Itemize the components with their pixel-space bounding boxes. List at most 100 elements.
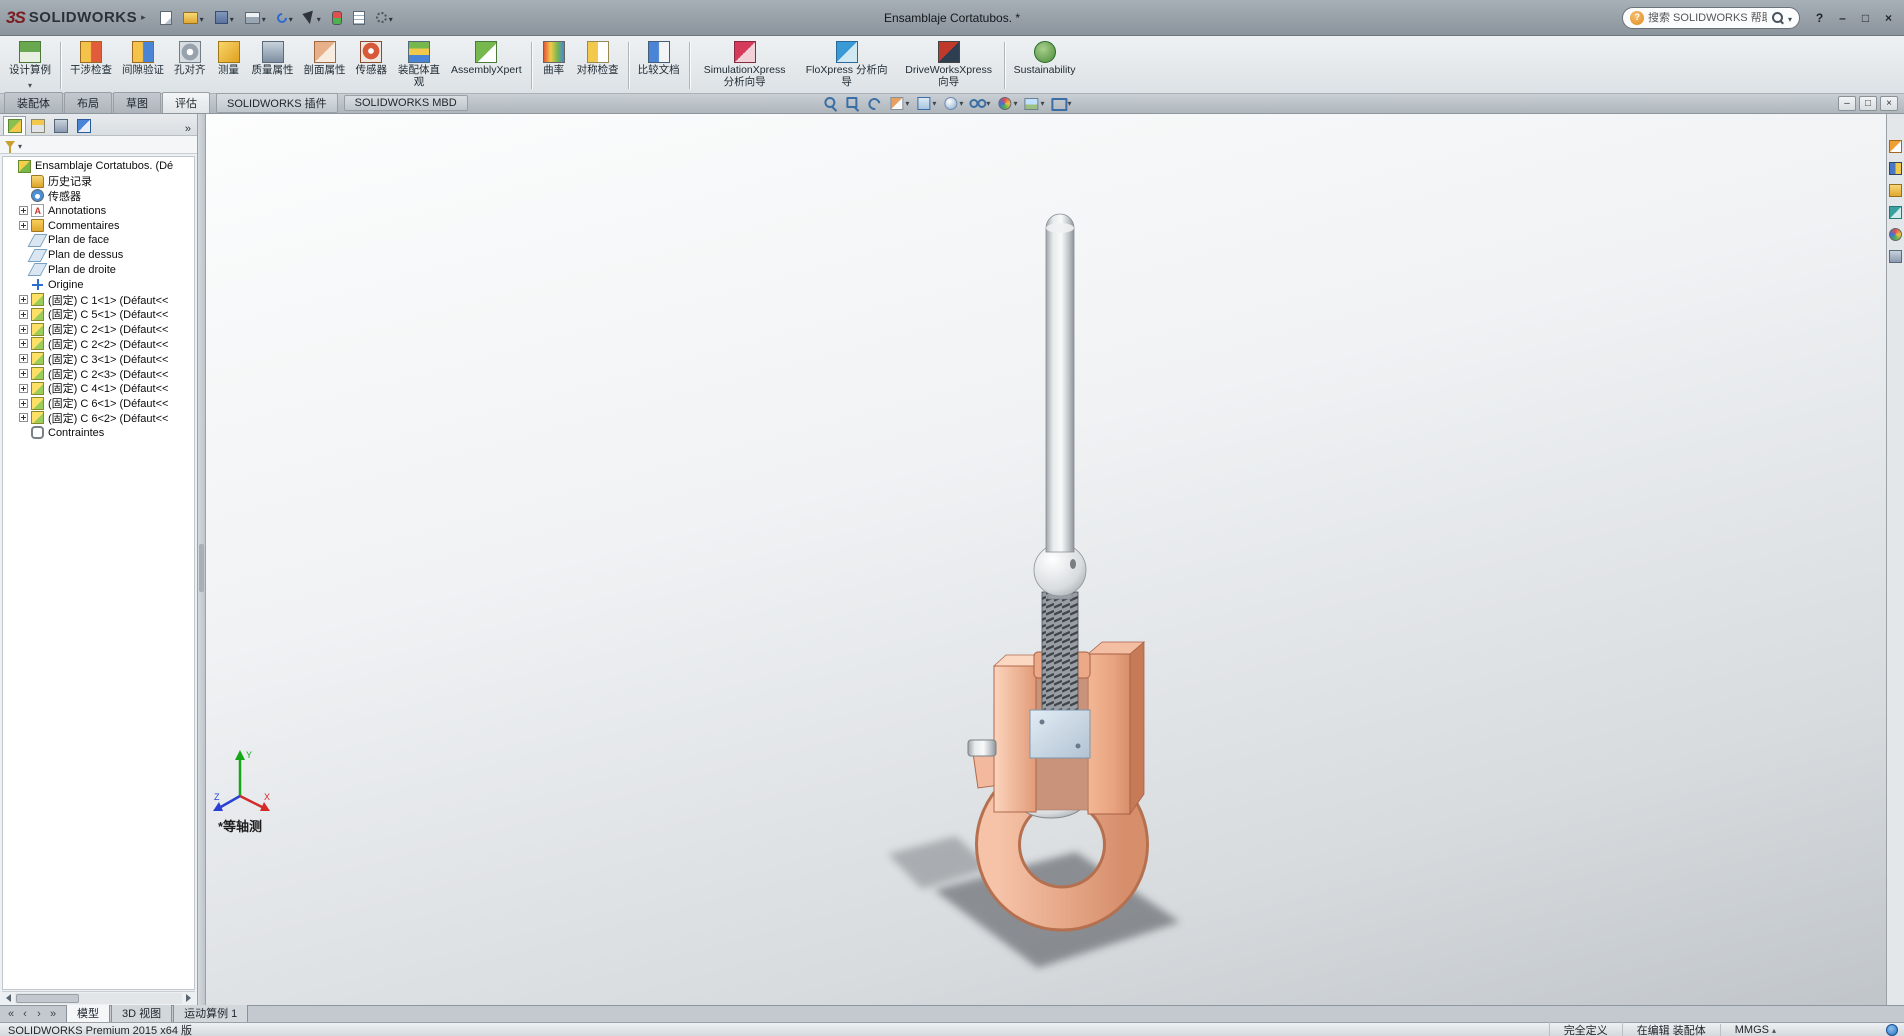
handle-rod[interactable]: [1034, 214, 1086, 596]
tree-item-part[interactable]: (固定) C 3<1> (Défaut<<: [3, 351, 194, 366]
view-tool-button-view-orientation[interactable]: [913, 95, 938, 112]
expand-icon[interactable]: [19, 369, 28, 378]
toolbar-button-rebuild[interactable]: [328, 8, 346, 28]
toolbar-button-select[interactable]: [300, 8, 325, 28]
tree-item-plane[interactable]: Plan de dessus: [3, 248, 194, 263]
command-tab[interactable]: 草图: [113, 92, 161, 113]
toolbar-button-print[interactable]: [241, 8, 270, 28]
document-tab[interactable]: 模型: [66, 1003, 110, 1022]
ribbon-button-interference-detection[interactable]: 干涉检查: [65, 38, 117, 93]
graphics-viewport[interactable]: Y X Z *等轴测: [206, 114, 1886, 1005]
ribbon-button-curvature[interactable]: 曲率: [536, 38, 572, 93]
task-pane-tab-appearances[interactable]: [1889, 228, 1902, 241]
toolbar-button-open[interactable]: [179, 8, 208, 28]
command-tab[interactable]: 装配体: [4, 92, 63, 113]
ribbon-button-assembly-xpert[interactable]: AssemblyXpert: [446, 38, 527, 93]
expand-icon[interactable]: [19, 295, 28, 304]
toolbar-button-new-document[interactable]: [156, 8, 176, 28]
ribbon-button-hole-alignment[interactable]: 孔对齐: [169, 38, 211, 93]
ribbon-button-compare-documents[interactable]: 比较文档: [633, 38, 685, 93]
panel-tab-configurationmanager[interactable]: [49, 116, 72, 135]
toolbar-button-options[interactable]: [372, 8, 397, 28]
document-window-button-restore[interactable]: □: [1859, 96, 1877, 111]
scrollbar-track[interactable]: [15, 993, 182, 1004]
ribbon-button-simulationxpress[interactable]: SimulationXpress 分析向导: [694, 38, 796, 93]
window-button-restore[interactable]: □: [1856, 9, 1875, 27]
tree-item-part[interactable]: (固定) C 6<1> (Défaut<<: [3, 396, 194, 411]
view-tool-button-display-style[interactable]: [940, 95, 965, 112]
tree-item-comments[interactable]: Commentaires: [3, 218, 194, 233]
chevron-double-right-icon[interactable]: [182, 123, 194, 135]
expand-icon[interactable]: [19, 325, 28, 334]
menu-expand-icon[interactable]: [141, 12, 146, 23]
task-pane-tab-design-library[interactable]: [1889, 162, 1902, 175]
document-tab[interactable]: 3D 视图: [111, 1003, 172, 1022]
toolbar-button-save[interactable]: [211, 8, 238, 28]
tree-item-mates[interactable]: Contraintes: [3, 425, 194, 440]
filter-icon[interactable]: [5, 141, 15, 148]
ribbon-button-clearance-verification[interactable]: 间隙验证: [117, 38, 169, 93]
window-button-minimize[interactable]: –: [1833, 9, 1852, 27]
view-tool-button-section-view[interactable]: [886, 95, 911, 112]
search-input[interactable]: [1648, 12, 1767, 24]
document-window-button-close[interactable]: ×: [1880, 96, 1898, 111]
ribbon-button-sensor[interactable]: 传感器: [351, 38, 393, 93]
expand-icon[interactable]: [19, 399, 28, 408]
tree-item-sensors[interactable]: 传感器: [3, 189, 194, 204]
view-tool-button-zoom-to-area[interactable]: [842, 95, 862, 112]
tab-nav-button-previous[interactable]: ‹: [18, 1007, 32, 1022]
ribbon-button-driveworksxpress[interactable]: DriveWorksXpress 向导: [898, 38, 1000, 93]
panel-horizontal-scrollbar[interactable]: [2, 991, 195, 1004]
tree-item-part[interactable]: (固定) C 1<1> (Défaut<<: [3, 292, 194, 307]
panel-tab-propertymanager[interactable]: [26, 116, 49, 135]
tab-nav-button-next[interactable]: ›: [32, 1007, 46, 1022]
command-tab[interactable]: 评估: [162, 92, 210, 113]
splitter-grip[interactable]: [199, 544, 204, 592]
expand-icon[interactable]: [19, 354, 28, 363]
search-box[interactable]: [1622, 7, 1800, 29]
units-selector[interactable]: MMGS: [1720, 1024, 1790, 1036]
view-tool-button-edit-appearance[interactable]: [994, 95, 1019, 112]
window-button-help[interactable]: ?: [1810, 9, 1829, 27]
tab-nav-button-first[interactable]: «: [4, 1007, 18, 1022]
ribbon-button-assembly-visualization[interactable]: 装配体直观: [392, 38, 446, 93]
ribbon-button-sustainability[interactable]: Sustainability: [1009, 38, 1081, 93]
expand-icon[interactable]: [19, 221, 28, 230]
ribbon-button-symmetry-check[interactable]: 对称检查: [572, 38, 624, 93]
document-tab[interactable]: 运动算例 1: [173, 1003, 248, 1022]
task-pane-tab-file-explorer[interactable]: [1889, 184, 1902, 197]
expand-icon[interactable]: [19, 413, 28, 422]
expand-icon[interactable]: [19, 384, 28, 393]
tree-item-part[interactable]: (固定) C 2<2> (Défaut<<: [3, 337, 194, 352]
tree-item-history[interactable]: 历史记录: [3, 174, 194, 189]
feed-screw[interactable]: [1042, 590, 1078, 714]
chevron-down-icon[interactable]: [1788, 11, 1792, 25]
tree-item-annotations[interactable]: Annotations: [3, 203, 194, 218]
ribbon-button-mass-properties[interactable]: 质量属性: [247, 38, 299, 93]
model-pipe-cutter-assembly[interactable]: [830, 154, 1290, 974]
expand-icon[interactable]: [19, 310, 28, 319]
document-window-button-minimize[interactable]: –: [1838, 96, 1856, 111]
ribbon-button-measure[interactable]: 测量: [211, 38, 247, 93]
view-tool-button-zoom-to-fit[interactable]: [820, 95, 840, 112]
window-button-close[interactable]: ×: [1879, 9, 1898, 27]
tree-item-origin[interactable]: Origine: [3, 277, 194, 292]
view-tool-button-apply-scene[interactable]: [1021, 95, 1046, 112]
task-pane-tab-solidworks-resources[interactable]: [1889, 140, 1902, 153]
command-tab[interactable]: SOLIDWORKS MBD: [344, 95, 468, 111]
toolbar-button-file-properties[interactable]: [349, 8, 369, 28]
scroll-left-icon[interactable]: [2, 992, 15, 1004]
tree-item-part[interactable]: (固定) C 2<3> (Défaut<<: [3, 366, 194, 381]
task-pane-tab-custom-properties[interactable]: [1889, 250, 1902, 263]
tree-item-part[interactable]: (固定) C 5<1> (Défaut<<: [3, 307, 194, 322]
panel-tab-featuremanager[interactable]: [3, 116, 26, 135]
chevron-down-icon[interactable]: [18, 138, 22, 152]
tree-item-part[interactable]: (固定) C 6<2> (Défaut<<: [3, 411, 194, 426]
expand-icon[interactable]: [19, 206, 28, 215]
tree-item-plane[interactable]: Plan de droite: [3, 263, 194, 278]
command-tab[interactable]: 布局: [64, 92, 112, 113]
tab-nav-button-last[interactable]: »: [46, 1007, 60, 1022]
tree-item-plane[interactable]: Plan de face: [3, 233, 194, 248]
expand-icon[interactable]: [19, 339, 28, 348]
command-tab[interactable]: SOLIDWORKS 插件: [216, 93, 338, 113]
